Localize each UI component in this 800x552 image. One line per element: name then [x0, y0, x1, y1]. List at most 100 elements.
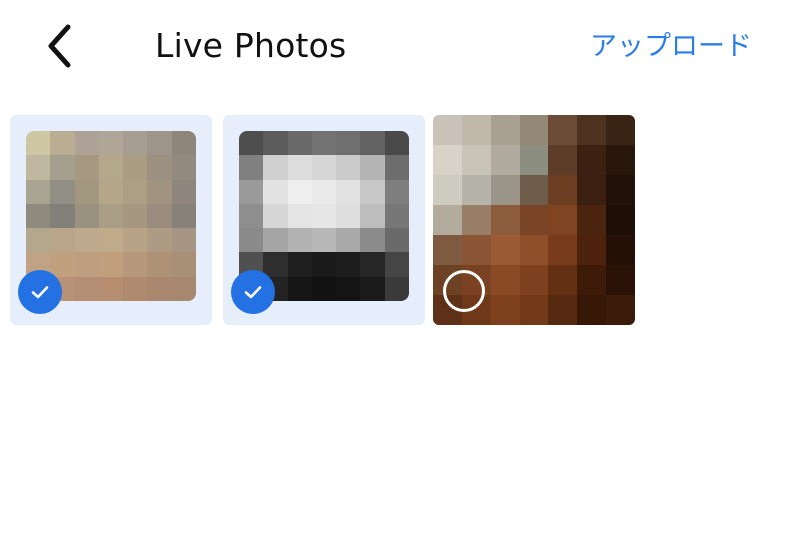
- pixel-block: [50, 179, 75, 204]
- pixel-block: [171, 155, 196, 180]
- pixel-block: [461, 205, 491, 235]
- selected-check-badge[interactable]: [18, 270, 62, 314]
- pixel-block: [490, 235, 520, 265]
- pixel-block: [461, 235, 491, 265]
- pixel-block: [98, 228, 124, 253]
- pixel-block: [74, 131, 99, 156]
- pixel-block: [263, 228, 288, 253]
- pixel-block: [519, 145, 549, 175]
- pixel-block: [171, 252, 196, 277]
- pixel-block: [50, 228, 75, 253]
- pixel-block: [548, 295, 578, 325]
- pixel-block: [98, 179, 124, 204]
- selected-check-badge[interactable]: [231, 270, 275, 314]
- pixel-block: [606, 115, 635, 145]
- pixel-block: [384, 131, 409, 156]
- pixel-block: [461, 115, 491, 145]
- pixel-block: [74, 155, 99, 180]
- pixel-block: [311, 203, 337, 229]
- pixel-block: [26, 131, 51, 156]
- chevron-left-icon: [48, 24, 71, 68]
- pixel-block: [147, 228, 172, 253]
- pixel-block: [433, 115, 462, 145]
- pixel-block: [433, 235, 462, 265]
- pixel-block: [311, 155, 337, 180]
- checkmark-icon: [244, 286, 262, 299]
- pixel-block: [147, 155, 172, 180]
- pixel-block: [239, 155, 264, 180]
- pixel-block: [606, 175, 635, 205]
- back-button[interactable]: [36, 22, 84, 70]
- pixel-block: [519, 235, 549, 265]
- pixel-block: [98, 252, 124, 277]
- pixel-block: [519, 205, 549, 235]
- pixel-block: [606, 295, 635, 325]
- pixel-block: [98, 203, 124, 229]
- pixel-block: [287, 276, 312, 301]
- unselected-circle-icon[interactable]: [443, 270, 485, 312]
- pixel-block: [606, 265, 635, 295]
- pixel-block: [548, 145, 578, 175]
- pixel-block: [98, 276, 124, 301]
- pixel-block: [336, 179, 361, 204]
- pixel-block: [171, 203, 196, 229]
- pixel-block: [147, 276, 172, 301]
- pixel-block: [98, 155, 124, 180]
- pixel-block: [311, 252, 337, 277]
- upload-button[interactable]: アップロード: [590, 27, 752, 67]
- pixel-block: [98, 131, 124, 156]
- pixel-block: [123, 203, 148, 229]
- pixel-block: [74, 228, 99, 253]
- pixel-block: [577, 235, 607, 265]
- pixel-block: [606, 145, 635, 175]
- pixel-block: [26, 155, 51, 180]
- pixel-block: [311, 179, 337, 204]
- pixel-block: [263, 203, 288, 229]
- top-bar: Live Photos アップロード: [0, 0, 800, 96]
- pixel-block: [239, 203, 264, 229]
- photo-tile[interactable]: [10, 115, 212, 325]
- pixel-block: [50, 203, 75, 229]
- pixel-block: [26, 179, 51, 204]
- pixel-block: [548, 175, 578, 205]
- pixel-block: [360, 228, 385, 253]
- checkmark-icon: [31, 286, 49, 299]
- pixel-block: [336, 155, 361, 180]
- pixel-block: [74, 276, 99, 301]
- pixel-block: [577, 295, 607, 325]
- pixel-block: [171, 276, 196, 301]
- pixel-block: [548, 265, 578, 295]
- pixel-block: [577, 145, 607, 175]
- pixel-block: [384, 155, 409, 180]
- pixel-block: [239, 131, 264, 156]
- pixel-block: [147, 252, 172, 277]
- pixel-block: [490, 175, 520, 205]
- pixel-block: [490, 265, 520, 295]
- pixel-block: [123, 276, 148, 301]
- pixel-block: [287, 228, 312, 253]
- pixel-block: [548, 205, 578, 235]
- pixel-block: [548, 115, 578, 145]
- pixel-block: [519, 175, 549, 205]
- photo-tile[interactable]: [223, 115, 425, 325]
- pixel-block: [171, 179, 196, 204]
- pixel-block: [263, 155, 288, 180]
- pixel-block: [360, 252, 385, 277]
- pixel-block: [490, 145, 520, 175]
- pixel-block: [311, 276, 337, 301]
- pixel-block: [336, 276, 361, 301]
- pixel-block: [360, 155, 385, 180]
- pixel-block: [311, 228, 337, 253]
- pixel-block: [74, 179, 99, 204]
- pixel-block: [50, 252, 75, 277]
- pixel-block: [360, 276, 385, 301]
- pixel-block: [336, 228, 361, 253]
- pixel-block: [461, 145, 491, 175]
- pixel-block: [123, 252, 148, 277]
- pixel-block: [239, 179, 264, 204]
- pixel-block: [50, 155, 75, 180]
- pixel-block: [490, 205, 520, 235]
- photo-tile[interactable]: [433, 115, 635, 325]
- pixel-block: [433, 145, 462, 175]
- pixel-block: [360, 179, 385, 204]
